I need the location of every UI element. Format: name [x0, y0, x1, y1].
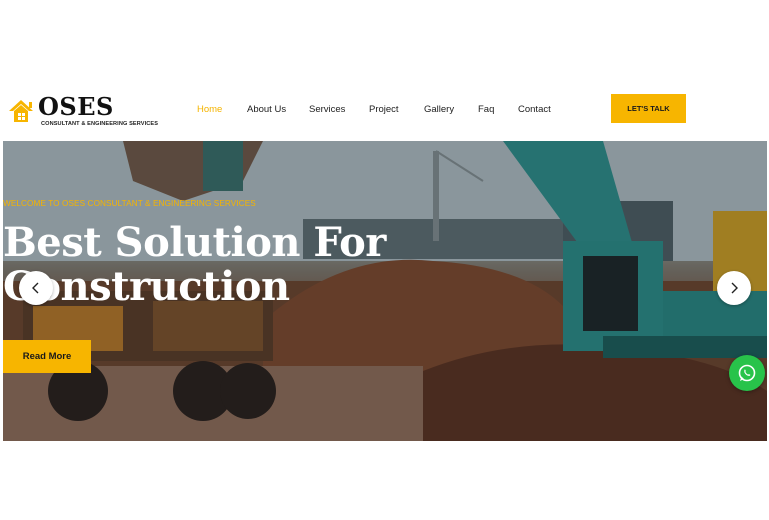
brand-name: OSES	[38, 92, 114, 121]
hero-eyebrow: WELCOME TO OSES CONSULTANT & ENGINEERING…	[3, 199, 256, 208]
site-header: OSES CONSULTANT & ENGINEERING SERVICES H…	[0, 88, 769, 140]
lets-talk-button[interactable]: LET'S TALK	[611, 94, 686, 123]
nav-item-gallery[interactable]: Gallery	[424, 104, 454, 115]
slider-prev-button[interactable]	[19, 271, 53, 305]
brand-logo[interactable]: OSES CONSULTANT & ENGINEERING SERVICES	[8, 92, 159, 134]
nav-item-contact[interactable]: Contact	[518, 104, 551, 115]
nav-item-project[interactable]: Project	[369, 104, 399, 115]
hero-slider: WELCOME TO OSES CONSULTANT & ENGINEERING…	[3, 141, 767, 441]
hero-headline-line-1: Best Solution For	[3, 219, 386, 266]
nav-item-home[interactable]: Home	[197, 104, 222, 115]
nav-item-about-us[interactable]: About Us	[247, 104, 286, 115]
house-logo-icon	[9, 100, 33, 122]
chevron-right-icon	[731, 282, 738, 294]
whatsapp-icon	[738, 364, 756, 382]
slider-next-button[interactable]	[717, 271, 751, 305]
whatsapp-chat-button[interactable]	[729, 355, 765, 391]
chevron-left-icon	[32, 282, 39, 294]
nav-item-services[interactable]: Services	[309, 104, 345, 115]
nav-item-faq[interactable]: Faq	[478, 104, 494, 115]
brand-tagline: CONSULTANT & ENGINEERING SERVICES	[41, 121, 159, 127]
read-more-button[interactable]: Read More	[3, 340, 91, 373]
